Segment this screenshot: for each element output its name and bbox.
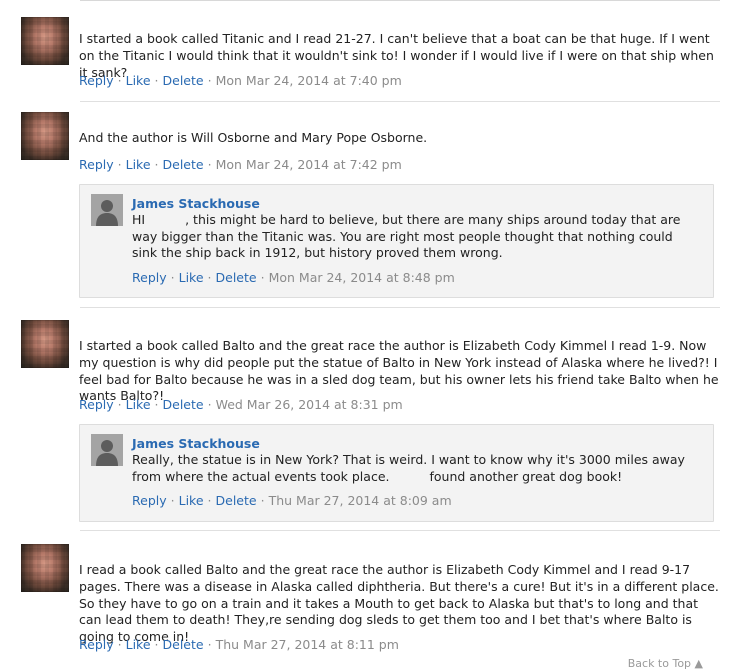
comment-text: I read a book called Balto and the great… xyxy=(79,562,719,645)
reply-link[interactable]: Reply xyxy=(79,73,114,88)
user-silhouette-icon xyxy=(91,434,123,466)
teacher-reply: James Stackhouse Really, the statue is i… xyxy=(79,424,714,522)
delete-link[interactable]: Delete xyxy=(216,270,257,285)
separator-dot: · xyxy=(117,73,122,88)
delete-link[interactable]: Delete xyxy=(163,157,204,172)
separator-dot: · xyxy=(207,397,212,412)
top-divider xyxy=(80,0,720,1)
student-avatar xyxy=(21,544,69,592)
reply-link[interactable]: Reply xyxy=(132,493,167,508)
user-silhouette-icon xyxy=(91,194,123,226)
student-avatar xyxy=(21,112,69,160)
reply-author-link[interactable]: James Stackhouse xyxy=(132,196,260,212)
timestamp: Wed Mar 26, 2014 at 8:31 pm xyxy=(215,397,403,412)
timestamp: Mon Mar 24, 2014 at 8:48 pm xyxy=(268,270,455,285)
timestamp: Mon Mar 24, 2014 at 7:40 pm xyxy=(215,73,402,88)
separator-dot: · xyxy=(207,157,212,172)
separator-dot: · xyxy=(117,637,122,652)
separator-dot: · xyxy=(170,493,175,508)
reply-link[interactable]: Reply xyxy=(132,270,167,285)
student-avatar xyxy=(21,320,69,368)
separator-dot: · xyxy=(207,73,212,88)
separator-dot: · xyxy=(154,637,159,652)
like-link[interactable]: Like xyxy=(179,270,204,285)
timestamp: Mon Mar 24, 2014 at 7:42 pm xyxy=(215,157,402,172)
comment-actions: Reply · Like · Delete · Wed Mar 26, 2014 at 8:… xyxy=(79,397,403,413)
reply-author-link[interactable]: James Stackhouse xyxy=(132,436,260,452)
separator-dot: · xyxy=(260,493,265,508)
teacher-reply: James Stackhouse HI, this might be hard … xyxy=(79,184,714,298)
like-link[interactable]: Like xyxy=(126,73,151,88)
comment-divider xyxy=(80,101,720,102)
comment-actions: Reply · Like · Delete · Mon Mar 24, 2014 at 7:… xyxy=(79,157,402,173)
reply-text-start: HI xyxy=(132,212,146,227)
comment-text: I started a book called Balto and the gr… xyxy=(79,338,719,404)
comment-divider xyxy=(80,530,720,531)
separator-dot: · xyxy=(154,157,159,172)
delete-link[interactable]: Delete xyxy=(163,637,204,652)
separator-dot: · xyxy=(260,270,265,285)
like-link[interactable]: Like xyxy=(126,637,151,652)
comment-actions: Reply · Like · Delete · Thu Mar 27, 2014 at 8:… xyxy=(79,637,399,653)
timestamp: Thu Mar 27, 2014 at 8:09 am xyxy=(268,493,452,508)
student-avatar xyxy=(21,17,69,65)
reply-text: HI, this might be hard to believe, but t… xyxy=(132,212,692,262)
reply-actions: Reply · Like · Delete · Thu Mar 27, 2014 at 8:… xyxy=(132,493,452,509)
like-link[interactable]: Like xyxy=(126,157,151,172)
separator-dot: · xyxy=(207,637,212,652)
timestamp: Thu Mar 27, 2014 at 8:11 pm xyxy=(215,637,399,652)
separator-dot: · xyxy=(207,493,212,508)
like-link[interactable]: Like xyxy=(126,397,151,412)
like-link[interactable]: Like xyxy=(179,493,204,508)
reply-text-rest: found another great dog book! xyxy=(429,468,623,484)
comment-actions: Reply · Like · Delete · Mon Mar 24, 2014 at 7:… xyxy=(79,73,402,89)
reply-link[interactable]: Reply xyxy=(79,157,114,172)
separator-dot: · xyxy=(207,270,212,285)
delete-link[interactable]: Delete xyxy=(163,73,204,88)
reply-link[interactable]: Reply xyxy=(79,397,114,412)
separator-dot: · xyxy=(154,73,159,88)
separator-dot: · xyxy=(154,397,159,412)
separator-dot: · xyxy=(117,157,122,172)
reply-text: Really, the statue is in New York? That … xyxy=(132,452,692,485)
comment-text: And the author is Will Osborne and Mary … xyxy=(79,130,428,145)
separator-dot: · xyxy=(170,270,175,285)
delete-link[interactable]: Delete xyxy=(216,493,257,508)
reply-link[interactable]: Reply xyxy=(79,637,114,652)
delete-link[interactable]: Delete xyxy=(163,397,204,412)
separator-dot: · xyxy=(117,397,122,412)
reply-actions: Reply · Like · Delete · Mon Mar 24, 2014 at 8:… xyxy=(132,270,455,286)
comment-divider xyxy=(80,307,720,308)
reply-text-rest: , this might be hard to believe, but the… xyxy=(132,212,681,261)
